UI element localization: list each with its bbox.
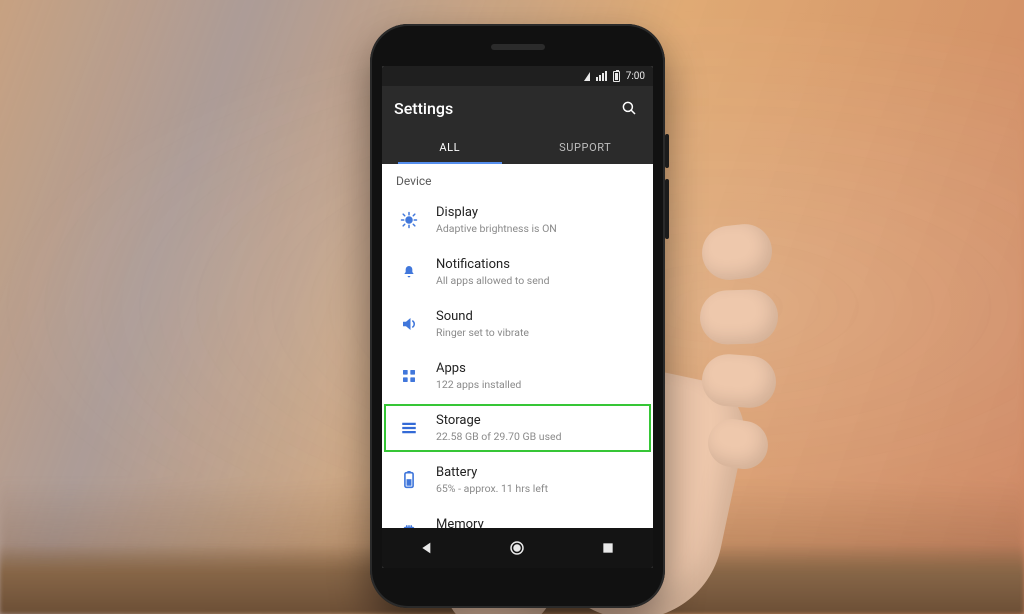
settings-list: Device Display Adaptive brightness is ON <box>382 164 653 528</box>
navigation-bar <box>382 528 653 568</box>
phone-device-frame: 7:00 Settings ALL SUPPORT Device <box>370 24 665 608</box>
item-subtitle: 122 apps installed <box>436 378 521 391</box>
item-subtitle: Adaptive brightness is ON <box>436 222 557 235</box>
settings-item-sound[interactable]: Sound Ringer set to vibrate <box>382 298 653 350</box>
item-title: Sound <box>436 309 529 324</box>
wifi-icon <box>584 72 590 81</box>
section-header-device: Device <box>382 164 653 194</box>
item-subtitle: All apps allowed to send <box>436 274 550 287</box>
home-circle-icon <box>508 539 526 557</box>
back-triangle-icon <box>419 540 435 556</box>
bell-icon <box>398 264 420 280</box>
battery-icon <box>613 71 620 82</box>
item-title: Memory <box>436 517 599 528</box>
tab-label: SUPPORT <box>559 141 611 154</box>
home-button[interactable] <box>503 534 531 562</box>
sound-icon <box>398 315 420 333</box>
recents-square-icon <box>601 541 615 555</box>
item-title: Notifications <box>436 257 550 272</box>
item-subtitle: 22.58 GB of 29.70 GB used <box>436 430 562 443</box>
phone-side-button <box>665 179 669 239</box>
item-title: Storage <box>436 413 562 428</box>
item-subtitle: 65% - approx. 11 hrs left <box>436 482 548 495</box>
settings-item-battery[interactable]: Battery 65% - approx. 11 hrs left <box>382 454 653 506</box>
settings-item-storage[interactable]: Storage 22.58 GB of 29.70 GB used <box>382 402 653 454</box>
search-button[interactable] <box>617 96 641 120</box>
display-icon <box>398 211 420 229</box>
status-time: 7:00 <box>626 71 645 82</box>
status-bar: 7:00 <box>382 66 653 86</box>
settings-item-apps[interactable]: Apps 122 apps installed <box>382 350 653 402</box>
settings-item-memory[interactable]: Memory Avg 2.4 GB of 3.7 GB memory used <box>382 506 653 528</box>
app-bar: Settings <box>382 86 653 130</box>
item-subtitle: Ringer set to vibrate <box>436 326 529 339</box>
photo-background: 7:00 Settings ALL SUPPORT Device <box>0 0 1024 614</box>
recents-button[interactable] <box>594 534 622 562</box>
tab-label: ALL <box>439 141 460 154</box>
apps-icon <box>398 368 420 384</box>
settings-item-notifications[interactable]: Notifications All apps allowed to send <box>382 246 653 298</box>
item-title: Battery <box>436 465 548 480</box>
page-title: Settings <box>394 99 453 118</box>
item-title: Apps <box>436 361 521 376</box>
memory-icon <box>398 523 420 528</box>
search-icon <box>620 99 638 117</box>
phone-screen: 7:00 Settings ALL SUPPORT Device <box>382 66 653 568</box>
phone-side-button <box>665 134 669 168</box>
back-button[interactable] <box>413 534 441 562</box>
phone-speaker <box>491 44 545 50</box>
settings-item-display[interactable]: Display Adaptive brightness is ON <box>382 194 653 246</box>
cellular-signal-icon <box>596 71 607 81</box>
storage-icon <box>398 419 420 437</box>
tab-support[interactable]: SUPPORT <box>518 130 654 164</box>
tab-all[interactable]: ALL <box>382 130 518 164</box>
item-title: Display <box>436 205 557 220</box>
tab-bar: ALL SUPPORT <box>382 130 653 164</box>
battery-icon <box>398 471 420 489</box>
